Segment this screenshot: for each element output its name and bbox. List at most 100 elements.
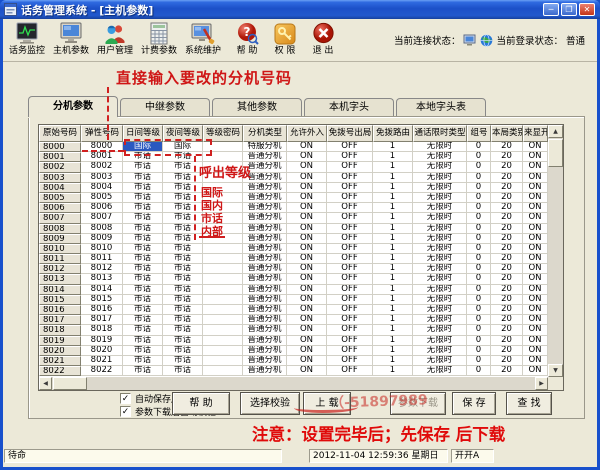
table-cell[interactable]: 市话	[163, 224, 203, 234]
table-cell[interactable]: ON	[287, 142, 327, 152]
table-cell[interactable]: 8013	[39, 274, 81, 284]
table-cell[interactable]: 普通分机	[243, 264, 287, 274]
table-cell[interactable]: 1	[373, 244, 413, 254]
table-cell[interactable]: 无限时	[413, 173, 467, 183]
table-cell[interactable]: 市话	[163, 274, 203, 284]
table-cell[interactable]: 1	[373, 285, 413, 295]
table-cell[interactable]: ON	[523, 193, 548, 203]
table-cell[interactable]: 1	[373, 234, 413, 244]
table-cell[interactable]: 1	[373, 254, 413, 264]
table-cell[interactable]: 1	[373, 173, 413, 183]
table-cell[interactable]: 市话	[123, 203, 163, 213]
table-cell[interactable]: OFF	[327, 366, 373, 376]
table-cell[interactable]: 市话	[163, 193, 203, 203]
table-cell[interactable]: 8008	[39, 224, 81, 234]
table-cell[interactable]: 20	[491, 183, 523, 193]
table-cell[interactable]: 0	[467, 336, 491, 346]
table-cell[interactable]: 1	[373, 336, 413, 346]
table-cell[interactable]: ON	[287, 193, 327, 203]
table-cell[interactable]	[203, 264, 243, 274]
table-cell[interactable]: 1	[373, 325, 413, 335]
table-cell[interactable]: ON	[523, 162, 548, 172]
table-cell[interactable]: OFF	[327, 336, 373, 346]
table-cell[interactable]: OFF	[327, 264, 373, 274]
table-cell[interactable]: 20	[491, 173, 523, 183]
tab-local-prefix[interactable]: 本机字头	[304, 98, 394, 116]
tab-local-prefix-table[interactable]: 本地字头表	[396, 98, 486, 116]
table-cell[interactable]: 8017	[39, 315, 81, 325]
grid-header-cell[interactable]: 等级密码	[203, 125, 243, 142]
table-cell[interactable]: 市话	[123, 173, 163, 183]
table-cell[interactable]: 市话	[163, 346, 203, 356]
table-cell[interactable]: 8001	[81, 152, 123, 162]
table-cell[interactable]: 市话	[123, 254, 163, 264]
table-cell[interactable]	[203, 254, 243, 264]
table-cell[interactable]: 0	[467, 152, 491, 162]
table-cell[interactable]: 普通分机	[243, 193, 287, 203]
table-cell[interactable]: 0	[467, 193, 491, 203]
table-cell[interactable]: 市话	[123, 305, 163, 315]
table-cell[interactable]: 8009	[39, 234, 81, 244]
table-cell[interactable]: ON	[287, 254, 327, 264]
table-cell[interactable]: 市话	[123, 274, 163, 284]
table-cell[interactable]: 0	[467, 244, 491, 254]
table-cell[interactable]: 无限时	[413, 305, 467, 315]
table-cell[interactable]: 无限时	[413, 203, 467, 213]
table-cell[interactable]: 0	[467, 356, 491, 366]
grid-header-cell[interactable]: 分机类型	[243, 125, 287, 142]
vertical-scrollbar[interactable]: ▲ ▼	[548, 125, 563, 377]
table-cell[interactable]: 普通分机	[243, 325, 287, 335]
table-cell[interactable]: 市话	[163, 264, 203, 274]
table-cell[interactable]: 8000	[39, 142, 81, 152]
table-cell[interactable]: 普通分机	[243, 234, 287, 244]
table-cell[interactable]: 市话	[163, 315, 203, 325]
table-cell[interactable]: 无限时	[413, 336, 467, 346]
table-cell[interactable]: OFF	[327, 244, 373, 254]
table-cell[interactable]: 市话	[163, 336, 203, 346]
table-cell[interactable]: OFF	[327, 162, 373, 172]
table-cell[interactable]: 无限时	[413, 193, 467, 203]
table-cell[interactable]: ON	[523, 305, 548, 315]
table-cell[interactable]: 无限时	[413, 244, 467, 254]
table-cell[interactable]: 1	[373, 305, 413, 315]
table-cell[interactable]: ON	[523, 285, 548, 295]
scroll-left-button[interactable]: ◀	[39, 377, 52, 390]
table-cell[interactable]: 无限时	[413, 234, 467, 244]
table-cell[interactable]: 普通分机	[243, 315, 287, 325]
table-cell[interactable]: 8022	[81, 366, 123, 376]
table-cell[interactable]: 20	[491, 234, 523, 244]
table-cell[interactable]: 1	[373, 366, 413, 376]
maximize-button[interactable]: ❐	[561, 3, 577, 16]
table-cell[interactable]: 无限时	[413, 356, 467, 366]
table-cell[interactable]: 8002	[81, 162, 123, 172]
table-cell[interactable]	[203, 336, 243, 346]
table-cell[interactable]: ON	[523, 142, 548, 152]
grid-header-cell[interactable]: 组号	[467, 125, 491, 142]
table-cell[interactable]: 20	[491, 336, 523, 346]
table-cell[interactable]: 20	[491, 315, 523, 325]
table-cell[interactable]: ON	[523, 234, 548, 244]
help-button[interactable]: 帮 助	[172, 392, 230, 415]
table-cell[interactable]: 0	[467, 305, 491, 315]
table-cell[interactable]: 8021	[39, 356, 81, 366]
table-cell[interactable]	[203, 142, 243, 152]
table-cell[interactable]: 8020	[39, 346, 81, 356]
toolbar-button-user-management[interactable]: 用户管理	[94, 21, 136, 60]
toolbar-button-billing-params[interactable]: 计费参数	[138, 21, 180, 60]
table-cell[interactable]: ON	[523, 325, 548, 335]
table-cell[interactable]: 0	[467, 346, 491, 356]
table-cell[interactable]: 1	[373, 346, 413, 356]
table-cell[interactable]: 无限时	[413, 325, 467, 335]
table-cell[interactable]: 8019	[39, 336, 81, 346]
table-cell[interactable]: 0	[467, 254, 491, 264]
table-cell[interactable]: 普通分机	[243, 224, 287, 234]
table-cell[interactable]: 8018	[81, 325, 123, 335]
table-cell[interactable]: 市话	[163, 152, 203, 162]
table-cell[interactable]: 1	[373, 203, 413, 213]
table-cell[interactable]	[203, 285, 243, 295]
table-cell[interactable]: 市话	[163, 183, 203, 193]
table-cell[interactable]: ON	[523, 173, 548, 183]
table-cell[interactable]: 市话	[123, 366, 163, 376]
scroll-down-button[interactable]: ▼	[548, 364, 563, 377]
table-cell[interactable]: 8003	[39, 173, 81, 183]
